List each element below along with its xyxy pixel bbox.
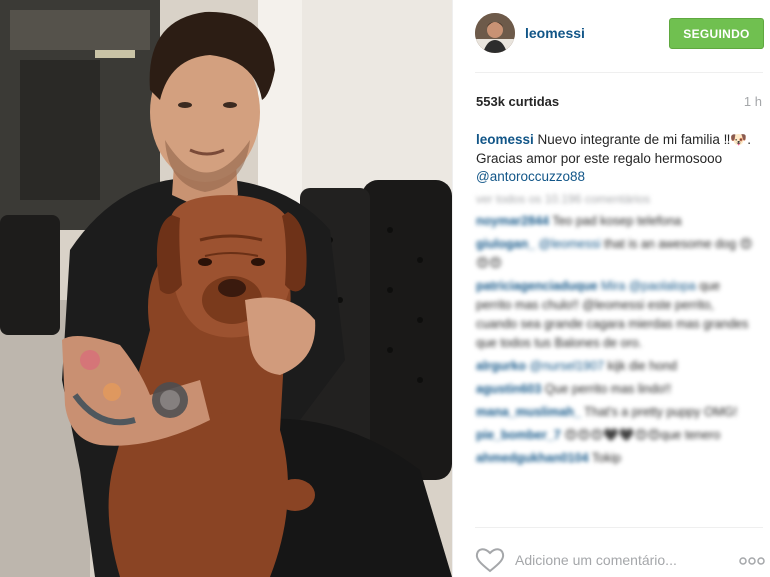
avatar[interactable] <box>475 13 515 53</box>
comment-text: 😍😍😍🖤🖤😍😍que tenero <box>560 428 721 442</box>
comment-item: patriciagenciaduque Mira @paolalopa que … <box>476 277 756 353</box>
comment-item: noymar2844 Teo pad kosep telefona <box>476 212 756 231</box>
comment-username[interactable]: agustin603 <box>476 382 541 396</box>
comment-mention[interactable]: Mira @paolalopa <box>601 279 696 293</box>
post-footer: Adicione um comentário... <box>453 527 770 577</box>
comment-item: mana_muslimah_ That's a pretty puppy OMG… <box>476 403 756 422</box>
comment-text: Que perrito mas lindo!! <box>541 382 672 396</box>
avatar-image <box>475 13 515 53</box>
following-button[interactable]: SEGUINDO <box>669 18 764 49</box>
comment-item: ahmedgukhan0104 Tokip <box>476 449 756 468</box>
comment-username[interactable]: pie_bomber_7 <box>476 428 561 442</box>
comments-list: ver todos os 10.196 comentários noymar28… <box>476 192 756 472</box>
comment-text: Tokip <box>588 451 621 465</box>
post-sidebar: leomessi SEGUINDO 553k curtidas 1 h leom… <box>452 0 770 577</box>
heart-outline-icon[interactable] <box>475 547 505 573</box>
post-username[interactable]: leomessi <box>525 25 585 41</box>
comment-mention[interactable]: @nursel1907 <box>530 359 605 373</box>
comment-username[interactable]: mana_muslimah_ <box>476 405 581 419</box>
comment-text: That's a pretty puppy OMG! <box>580 405 738 419</box>
photo-illustration <box>0 0 452 577</box>
comment-username[interactable]: alrgurko <box>476 359 526 373</box>
comment-text: kijk die hond <box>604 359 678 373</box>
view-all-comments-link[interactable]: ver todos os 10.196 comentários <box>476 192 756 206</box>
three-dots-icon[interactable] <box>739 553 765 565</box>
divider <box>475 72 763 73</box>
comment-item: agustin603 Que perrito mas lindo!! <box>476 380 756 399</box>
comment-username[interactable]: patriciagenciaduque <box>476 279 598 293</box>
post-header: leomessi SEGUINDO <box>453 0 770 72</box>
likes-count[interactable]: 553k curtidas <box>476 94 559 109</box>
caption-mention[interactable]: @antoroccuzzo88 <box>476 169 585 184</box>
comment-item: giulogan_ @leomessi that is an awesome d… <box>476 235 756 273</box>
post-caption: leomessi Nuevo integrante de mi familia … <box>476 131 756 187</box>
add-comment-input[interactable]: Adicione um comentário... <box>515 552 677 568</box>
comment-username[interactable]: noymar2844 <box>476 214 549 228</box>
comment-mention[interactable]: @leomessi <box>539 237 601 251</box>
comment-item: alrgurko @nursel1907 kijk die hond <box>476 357 756 376</box>
comment-username[interactable]: giulogan_ <box>476 237 535 251</box>
post-timestamp[interactable]: 1 h <box>744 94 762 109</box>
comment-username[interactable]: ahmedgukhan0104 <box>476 451 589 465</box>
comment-item: pie_bomber_7 😍😍😍🖤🖤😍😍que tenero <box>476 426 756 445</box>
caption-username[interactable]: leomessi <box>476 132 534 147</box>
post-photo[interactable] <box>0 0 452 577</box>
comment-text: Teo pad kosep telefona <box>552 214 682 228</box>
